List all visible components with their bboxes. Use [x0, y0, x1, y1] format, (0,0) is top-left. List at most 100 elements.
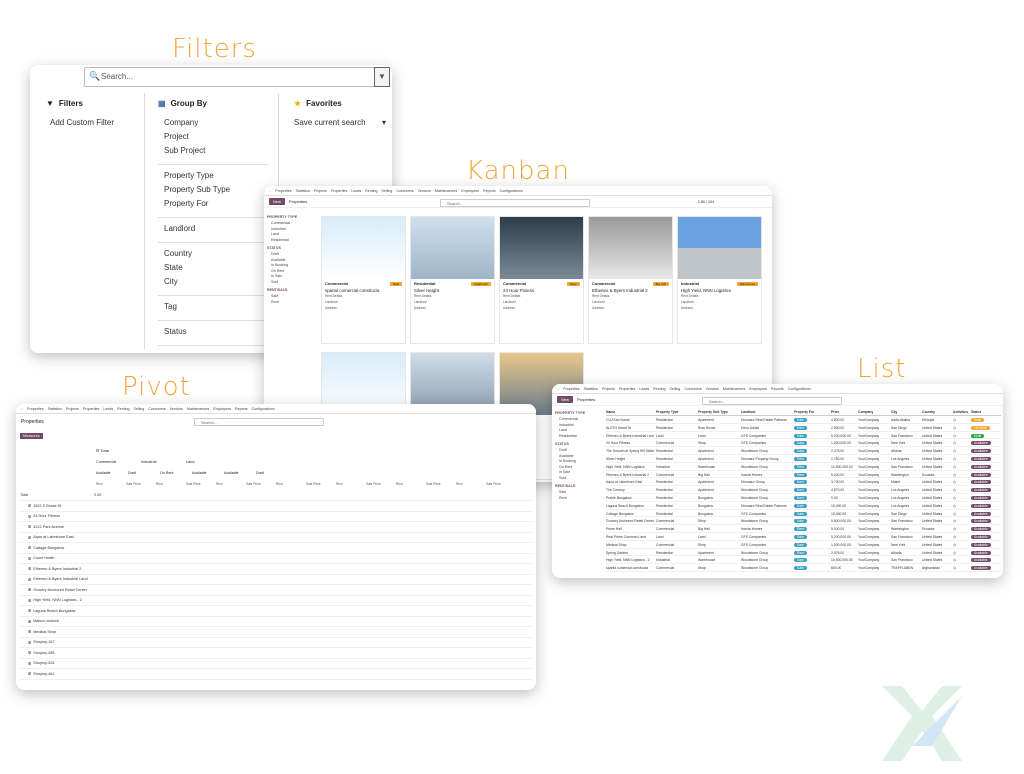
menu-item[interactable]: Projects [314, 189, 327, 193]
pivot-col-sub[interactable]: On Rent [160, 471, 173, 475]
column-header[interactable]: Landlord [741, 410, 756, 414]
app-icon[interactable]: ⌂ [557, 387, 559, 391]
search-input[interactable]: Search... [194, 418, 324, 426]
activity-icon[interactable]: ◷ [953, 441, 956, 445]
app-icon[interactable]: ⌂ [21, 407, 23, 411]
activity-icon[interactable]: ◷ [953, 488, 956, 492]
kanban-card[interactable]: Industrial Warehouse High Yield, NNN Logis… [677, 216, 762, 344]
menu-item[interactable]: Maintenances [187, 407, 209, 411]
menu-item[interactable]: Leads [351, 189, 361, 193]
table-row[interactable]: Aqua at Lakeshore East Residential Apartme… [606, 478, 1001, 487]
groupby-item[interactable]: Country [158, 249, 268, 263]
column-header[interactable]: Property Type [656, 410, 679, 414]
table-row[interactable]: 24 Hour Fitness Commercial Shop GFS Compani… [606, 439, 1001, 448]
groupby-item[interactable]: Status [158, 327, 268, 341]
menu-item[interactable]: Properties [563, 387, 579, 391]
groupby-item[interactable]: City [158, 277, 268, 291]
pivot-row[interactable]: ⊞ Laguna Beach Bungalow [20, 606, 532, 617]
groupby-item[interactable]: State [158, 263, 268, 277]
menu-item[interactable]: Renting [117, 407, 129, 411]
activity-icon[interactable]: ◷ [953, 527, 956, 531]
activity-icon[interactable]: ◷ [953, 449, 956, 453]
table-row[interactable]: Medical Shop Commercial Shop GFS Companies S… [606, 541, 1001, 549]
groupby-item[interactable]: Sub Project [158, 146, 268, 160]
activity-icon[interactable]: ◷ [953, 434, 956, 438]
menu-item[interactable]: Configurations [500, 189, 523, 193]
menu-item[interactable]: Reports [483, 189, 496, 193]
activity-icon[interactable]: ◷ [953, 519, 956, 523]
menu-item[interactable]: Selling [134, 407, 145, 411]
search-input[interactable]: Search... [440, 199, 590, 207]
col-total-header[interactable]: ⊟ Total [96, 448, 109, 453]
menu-item[interactable]: Reports [235, 407, 248, 411]
table-row[interactable]: Laguna Beach Bungalow Residential Bungalow… [606, 502, 1001, 510]
column-header[interactable]: Price [831, 410, 839, 414]
new-button[interactable]: New [557, 396, 574, 403]
groupby-item[interactable]: Tag [158, 302, 268, 316]
pivot-row[interactable]: ⊞ 24 Hour Fitness [20, 512, 532, 522]
activity-icon[interactable]: ◷ [953, 535, 956, 539]
table-row[interactable]: Real Prime Common Land Land Land GFS Compan… [606, 533, 1001, 541]
groupby-item[interactable]: Property For [158, 199, 268, 213]
column-header[interactable]: Name [606, 410, 615, 414]
column-header[interactable]: Property Sub Type [698, 410, 728, 414]
save-current-search[interactable]: Save current search ▾ [294, 118, 386, 132]
activity-icon[interactable]: ◷ [953, 512, 956, 516]
pivot-col-sub[interactable]: Available [192, 471, 207, 475]
pivot-row[interactable]: ⊞ Cottage Bungalow [20, 543, 532, 554]
sidebar-item[interactable]: Rent [555, 496, 605, 502]
sidebar-item[interactable]: Rent [267, 300, 317, 306]
kanban-card[interactable]: Commercial Shop 24 Hour Fitness Rent Detail… [499, 216, 584, 344]
menu-item[interactable]: Vendors [170, 407, 183, 411]
menu-item[interactable]: Employees [749, 387, 767, 391]
pager[interactable]: 1-80 / 104 [698, 200, 714, 204]
activity-icon[interactable]: ◷ [953, 558, 956, 562]
menu-item[interactable]: Reports [771, 387, 784, 391]
menu-item[interactable]: Properties [83, 407, 99, 411]
menu-item[interactable]: Statistics [296, 189, 310, 193]
sidebar-item[interactable]: Sold [555, 476, 605, 482]
table-row[interactable]: Etheneo & Byers Industrial Land Land Land G… [606, 432, 1001, 440]
table-row[interactable]: Cottage Bungalow Residential Bungalow GFS C… [606, 510, 1001, 518]
kanban-card[interactable]: Commercial New spartul comercial construci… [321, 216, 406, 344]
column-header[interactable]: Status [971, 410, 981, 414]
kanban-card[interactable]: Commercial Big Hall Etheneo & Byers Indust… [588, 216, 673, 344]
sidebar-item[interactable]: Residential [555, 434, 605, 440]
menu-item[interactable]: Vendors [706, 387, 719, 391]
table-row[interactable]: spartul comercial construcia Commercial Sh… [606, 564, 1001, 572]
toggle-search-panel-button[interactable]: ▼ [374, 67, 390, 87]
menu-item[interactable]: Configurations [252, 407, 275, 411]
menu-item[interactable]: Leads [103, 407, 113, 411]
groupby-item[interactable]: Property Sub Type [158, 185, 268, 199]
menu-item[interactable]: Employees [213, 407, 231, 411]
menu-item[interactable]: Properties [275, 189, 291, 193]
activity-icon[interactable]: ◷ [953, 504, 956, 508]
menu-item[interactable]: Properties [331, 189, 347, 193]
menu-item[interactable]: Projects [66, 407, 79, 411]
menu-item[interactable]: Selling [382, 189, 393, 193]
pivot-row[interactable]: ⊞ Grocery Anchored Retail Center [20, 585, 532, 596]
pivot-row[interactable]: ⊞ Maison antoine [20, 617, 532, 627]
menu-item[interactable]: Employees [461, 189, 479, 193]
search-input[interactable]: Search... [702, 397, 842, 405]
groupby-item[interactable]: Landlord [158, 224, 268, 238]
groupby-item[interactable]: Project [158, 132, 268, 146]
column-header[interactable]: Activities [953, 410, 968, 414]
pivot-col-group[interactable]: Land [186, 460, 194, 464]
menu-item[interactable]: Customers [684, 387, 701, 391]
sidebar-item[interactable]: Sold [267, 280, 317, 286]
pivot-row[interactable]: ⊞ Shopiny-461 [20, 669, 532, 680]
activity-icon[interactable]: ◷ [953, 543, 956, 547]
pivot-row[interactable]: ⊞ Etheneo & Byers Industrial 2 [20, 564, 532, 575]
menu-item[interactable]: Statistics [584, 387, 598, 391]
activity-icon[interactable]: ◷ [953, 418, 956, 422]
activity-icon[interactable]: ◷ [953, 480, 956, 484]
sidebar-item[interactable]: Residential [267, 238, 317, 244]
menu-item[interactable]: Customers [148, 407, 165, 411]
pivot-total-row[interactable]: Total 0.00 [20, 490, 532, 501]
column-header[interactable]: Country [922, 410, 935, 414]
menu-item[interactable]: Statistics [48, 407, 62, 411]
table-row[interactable]: High Yield, NNN Logistics - 2 Industrial W… [606, 556, 1001, 565]
activity-icon[interactable]: ◷ [953, 566, 956, 570]
pivot-row[interactable]: ⊞ Medical Shop [20, 627, 532, 638]
